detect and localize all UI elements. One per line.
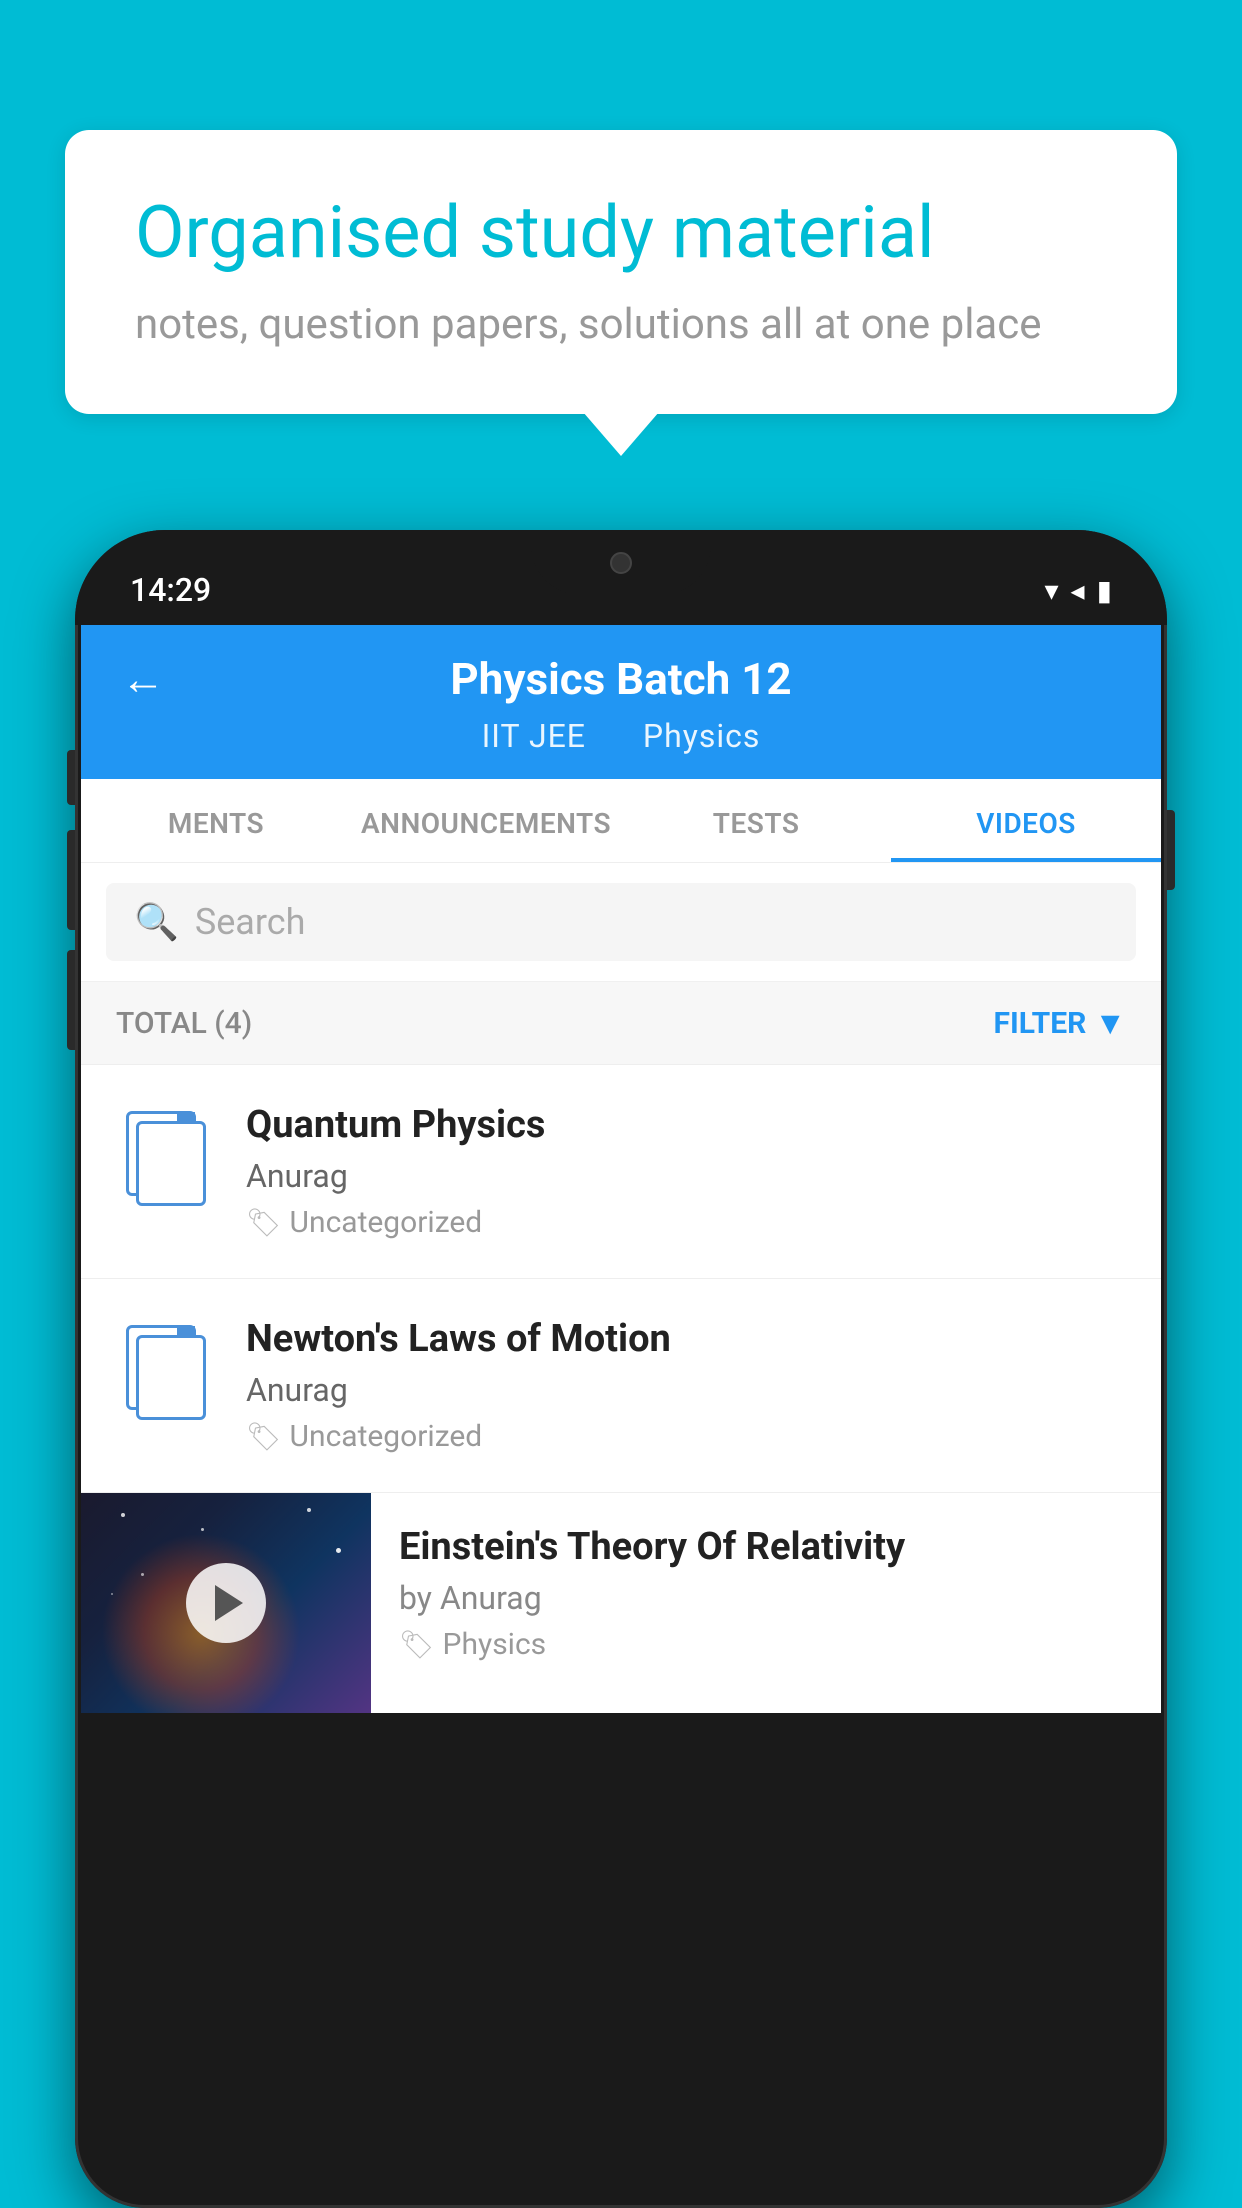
search-icon: 🔍: [134, 901, 179, 943]
header-top-row: ← Physics Batch 12: [121, 653, 1121, 705]
doc-main: [136, 1335, 206, 1420]
phone-frame: 14:29 ▾ ◂ ▮ ← Physics Batch 12 IIT JEE: [75, 530, 1167, 2208]
filter-row: TOTAL (4) FILTER ▼: [81, 982, 1161, 1065]
video-tag: 🏷 Uncategorized: [246, 1205, 1126, 1240]
play-button[interactable]: [186, 1563, 266, 1643]
search-placeholder[interactable]: Search: [195, 901, 306, 943]
tab-ments[interactable]: MENTS: [81, 779, 351, 862]
video-item-info: Quantum Physics Anurag 🏷 Uncategorized: [246, 1103, 1126, 1240]
volume-down-button: [67, 950, 75, 1050]
speech-bubble-title: Organised study material: [135, 190, 1107, 276]
app-header: ← Physics Batch 12 IIT JEE Physics: [81, 625, 1161, 779]
tab-videos[interactable]: VIDEOS: [891, 779, 1161, 862]
tag-label: Physics: [443, 1627, 547, 1662]
speech-bubble: Organised study material notes, question…: [65, 130, 1177, 414]
video-author: Anurag: [246, 1371, 1126, 1409]
video-author: Anurag: [246, 1157, 1126, 1195]
speech-bubble-container: Organised study material notes, question…: [65, 130, 1177, 414]
battery-icon: ▮: [1097, 574, 1112, 607]
header-title: Physics Batch 12: [450, 653, 791, 705]
phone-screen: ← Physics Batch 12 IIT JEE Physics MENTS…: [81, 625, 1161, 1713]
tab-announcements[interactable]: ANNOUNCEMENTS: [351, 779, 621, 862]
list-item[interactable]: Quantum Physics Anurag 🏷 Uncategorized: [81, 1065, 1161, 1279]
list-item[interactable]: Einstein's Theory Of Relativity by Anura…: [81, 1493, 1161, 1713]
search-bar[interactable]: 🔍 Search: [106, 883, 1136, 961]
back-button[interactable]: ←: [121, 653, 165, 705]
volume-up-button: [67, 830, 75, 930]
header-subtitle-left: IIT JEE: [482, 717, 586, 755]
filter-funnel-icon: ▼: [1094, 1004, 1126, 1042]
video-tag: 🏷 Uncategorized: [246, 1419, 1126, 1454]
power-button: [1167, 810, 1175, 890]
phone-notch: [531, 530, 711, 595]
search-bar-container: 🔍 Search: [81, 863, 1161, 982]
einstein-thumbnail: [81, 1493, 371, 1713]
document-icon: [126, 1111, 206, 1206]
speech-bubble-subtitle: notes, question papers, solutions all at…: [135, 300, 1107, 349]
video-title: Einstein's Theory Of Relativity: [399, 1525, 1133, 1569]
tabs-bar: MENTS ANNOUNCEMENTS TESTS VIDEOS: [81, 779, 1161, 863]
phone-container: 14:29 ▾ ◂ ▮ ← Physics Batch 12 IIT JEE: [75, 530, 1167, 2208]
video-tag: 🏷 Physics: [399, 1627, 1133, 1662]
play-triangle-icon: [215, 1585, 243, 1621]
tag-label: Uncategorized: [290, 1419, 483, 1454]
status-icons: ▾ ◂ ▮: [1044, 574, 1112, 607]
video-doc-icon: [116, 1317, 216, 1427]
tab-tests[interactable]: TESTS: [621, 779, 891, 862]
video-title: Quantum Physics: [246, 1103, 1126, 1147]
tag-icon: 🏷: [246, 1206, 282, 1239]
video-doc-icon: [116, 1103, 216, 1213]
video-item-info: Einstein's Theory Of Relativity by Anura…: [371, 1493, 1161, 1690]
list-item[interactable]: Newton's Laws of Motion Anurag 🏷 Uncateg…: [81, 1279, 1161, 1493]
video-item-info: Newton's Laws of Motion Anurag 🏷 Uncateg…: [246, 1317, 1126, 1454]
tag-label: Uncategorized: [290, 1205, 483, 1240]
video-title: Newton's Laws of Motion: [246, 1317, 1126, 1361]
tag-icon: 🏷: [399, 1628, 435, 1661]
filter-button[interactable]: FILTER ▼: [994, 1004, 1127, 1042]
tag-icon: 🏷: [246, 1420, 282, 1453]
total-count: TOTAL (4): [116, 1006, 252, 1041]
wifi-icon: ▾: [1044, 574, 1058, 607]
document-icon: [126, 1325, 206, 1420]
header-subtitle: IIT JEE Physics: [470, 717, 773, 755]
volume-silent-button: [67, 750, 75, 805]
filter-label: FILTER: [994, 1006, 1087, 1041]
status-bar: 14:29 ▾ ◂ ▮: [75, 530, 1167, 625]
header-subtitle-right: Physics: [643, 717, 761, 755]
status-time: 14:29: [130, 571, 211, 609]
front-camera: [610, 552, 632, 574]
video-list: Quantum Physics Anurag 🏷 Uncategorized: [81, 1065, 1161, 1713]
doc-main: [136, 1121, 206, 1206]
video-author: by Anurag: [399, 1579, 1133, 1617]
signal-icon: ◂: [1071, 574, 1085, 607]
